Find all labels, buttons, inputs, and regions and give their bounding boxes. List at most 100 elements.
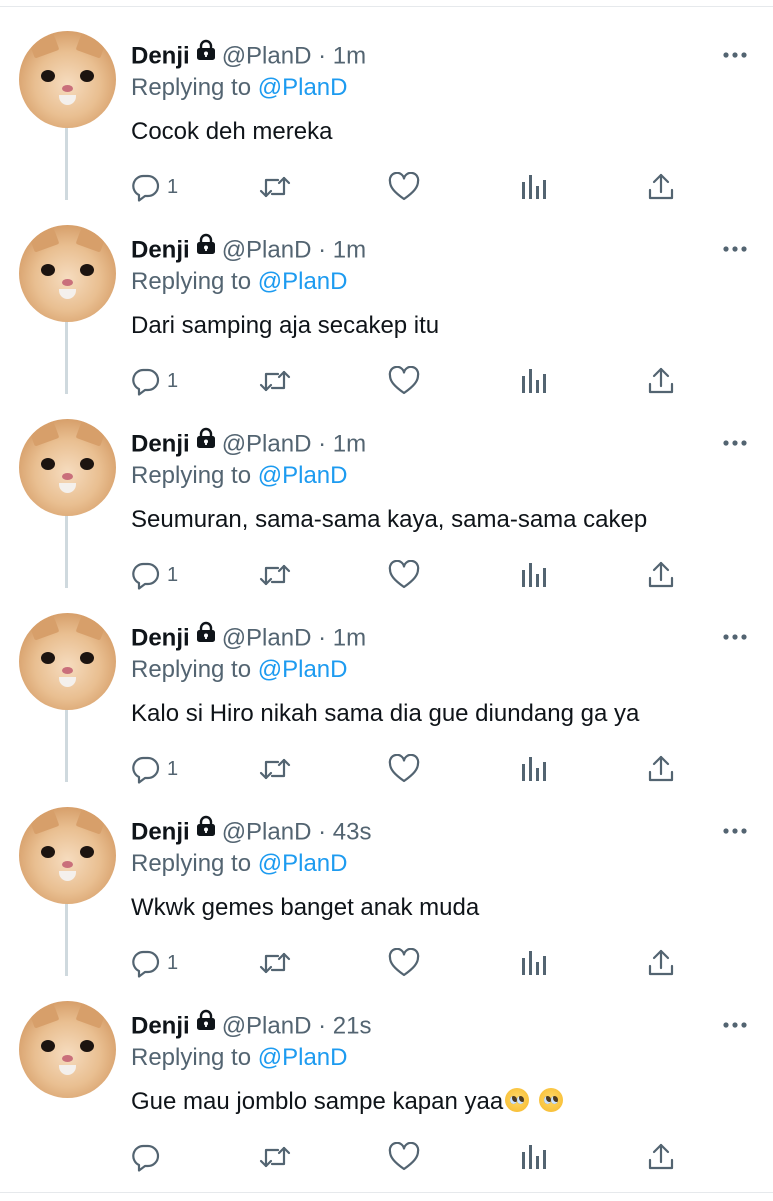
author-handle[interactable]: @PlanD [222, 42, 312, 69]
avatar[interactable] [19, 613, 116, 710]
cat-ear [24, 807, 60, 835]
reply-count: 1 [167, 563, 179, 586]
more-options-icon[interactable] [722, 626, 748, 648]
cat-nose [62, 861, 73, 868]
separator-dot: · [318, 430, 327, 458]
more-options-icon[interactable] [722, 432, 748, 454]
cat-mouth [59, 95, 76, 105]
heart-icon [388, 560, 420, 590]
analytics-icon [520, 948, 548, 978]
replying-to: Replying to @PlanD [131, 70, 347, 106]
heart-icon [388, 172, 420, 202]
author-handle[interactable]: @PlanD [222, 236, 312, 263]
reply-icon [131, 1142, 161, 1172]
replying-to-label: Replying to [131, 462, 252, 489]
analytics-button[interactable] [520, 1139, 548, 1175]
cat-ear [24, 1001, 60, 1029]
reply-icon [131, 948, 161, 978]
heart-icon [388, 1142, 420, 1172]
like-button[interactable] [388, 1139, 420, 1175]
author-handle[interactable]: @PlanD [222, 1012, 312, 1039]
author-name[interactable]: Denji [131, 430, 190, 457]
retweet-icon [258, 172, 292, 202]
share-icon [647, 1142, 675, 1172]
author-name[interactable]: Denji [131, 42, 190, 69]
reply-icon [131, 172, 161, 202]
share-icon [647, 948, 675, 978]
replying-to-mention[interactable]: @PlanD [258, 74, 348, 101]
tweet[interactable]: Denji @PlanD · 21s Replying to @PlanD Gue… [0, 976, 773, 1172]
tweet-text: Cocok deh mereka [131, 115, 332, 149]
cat-nose [62, 667, 73, 674]
timestamp[interactable]: 1m [333, 624, 366, 651]
separator-dot: · [318, 42, 327, 70]
tweet[interactable]: Denji @PlanD · 43s Replying to @PlanD Wkw… [0, 782, 773, 978]
cat-ear [75, 1001, 111, 1029]
more-options-icon[interactable] [722, 44, 748, 66]
reply-count: 1 [167, 175, 179, 198]
tweet-header: Denji @PlanD · 1m [131, 36, 366, 72]
more-options-icon[interactable] [722, 238, 748, 260]
reply-button[interactable] [131, 1139, 167, 1175]
tweet-text-content: Dari samping aja secakep itu [131, 312, 440, 339]
tweet[interactable]: Denji @PlanD · 1m Replying to @PlanD Kalo… [0, 588, 773, 784]
author-name[interactable]: Denji [131, 624, 190, 651]
author-name[interactable]: Denji [131, 818, 190, 845]
replying-to-mention[interactable]: @PlanD [258, 268, 348, 295]
cat-ear [75, 613, 111, 641]
author-name[interactable]: Denji [131, 236, 190, 263]
retweet-button[interactable] [258, 1139, 292, 1175]
cat-mouth [59, 483, 76, 493]
cat-ear [24, 225, 60, 253]
cat-mouth [59, 677, 76, 687]
replying-to: Replying to @PlanD [131, 846, 347, 882]
avatar[interactable] [19, 31, 116, 128]
author-name[interactable]: Denji [131, 1012, 190, 1039]
tweet[interactable]: Denji @PlanD · 1m Replying to @PlanD Dari… [0, 200, 773, 396]
analytics-icon [520, 172, 548, 202]
emoji-holder [503, 1088, 564, 1115]
share-icon [647, 754, 675, 784]
separator-dot: · [318, 236, 327, 264]
timestamp[interactable]: 43s [333, 818, 372, 845]
reply-count: 1 [167, 951, 179, 974]
replying-to: Replying to @PlanD [131, 458, 347, 494]
retweet-icon [258, 366, 292, 396]
separator-dot: · [318, 624, 327, 652]
timestamp[interactable]: 1m [333, 42, 366, 69]
replying-to-mention[interactable]: @PlanD [258, 1044, 348, 1071]
replying-to-mention[interactable]: @PlanD [258, 462, 348, 489]
tweet-text-content: Gue mau jomblo sampe kapan yaa [131, 1088, 504, 1115]
avatar[interactable] [19, 807, 116, 904]
replying-to-mention[interactable]: @PlanD [258, 850, 348, 877]
tweet-text-content: Kalo si Hiro nikah sama dia gue diundang… [131, 700, 640, 727]
cat-eye [41, 458, 55, 470]
tweet[interactable]: Denji @PlanD · 1m Replying to @PlanD Coco… [0, 6, 773, 202]
pleading-face-emoji [539, 1088, 564, 1112]
avatar[interactable] [19, 1001, 116, 1098]
more-options-icon[interactable] [722, 820, 748, 842]
lock-icon [196, 230, 216, 266]
more-options-icon[interactable] [722, 1014, 748, 1036]
share-button[interactable] [647, 1139, 675, 1175]
timestamp[interactable]: 1m [333, 430, 366, 457]
avatar[interactable] [19, 419, 116, 516]
separator-dot: · [318, 1012, 327, 1040]
author-handle[interactable]: @PlanD [222, 430, 312, 457]
analytics-icon [520, 754, 548, 784]
analytics-icon [520, 1142, 548, 1172]
replying-to-mention[interactable]: @PlanD [258, 656, 348, 683]
timestamp[interactable]: 21s [333, 1012, 372, 1039]
cat-eye [41, 652, 55, 664]
author-handle[interactable]: @PlanD [222, 624, 312, 651]
avatar[interactable] [19, 225, 116, 322]
timestamp[interactable]: 1m [333, 236, 366, 263]
cat-eye [80, 264, 94, 276]
cat-ear [24, 419, 60, 447]
tweet[interactable]: Denji @PlanD · 1m Replying to @PlanD Seum… [0, 394, 773, 590]
replying-to-label: Replying to [131, 1044, 252, 1071]
tweet-text: Wkwk gemes banget anak muda [131, 891, 479, 925]
author-handle[interactable]: @PlanD [222, 818, 312, 845]
lock-icon [196, 424, 216, 460]
tweet-text: Kalo si Hiro nikah sama dia gue diundang… [131, 697, 639, 731]
